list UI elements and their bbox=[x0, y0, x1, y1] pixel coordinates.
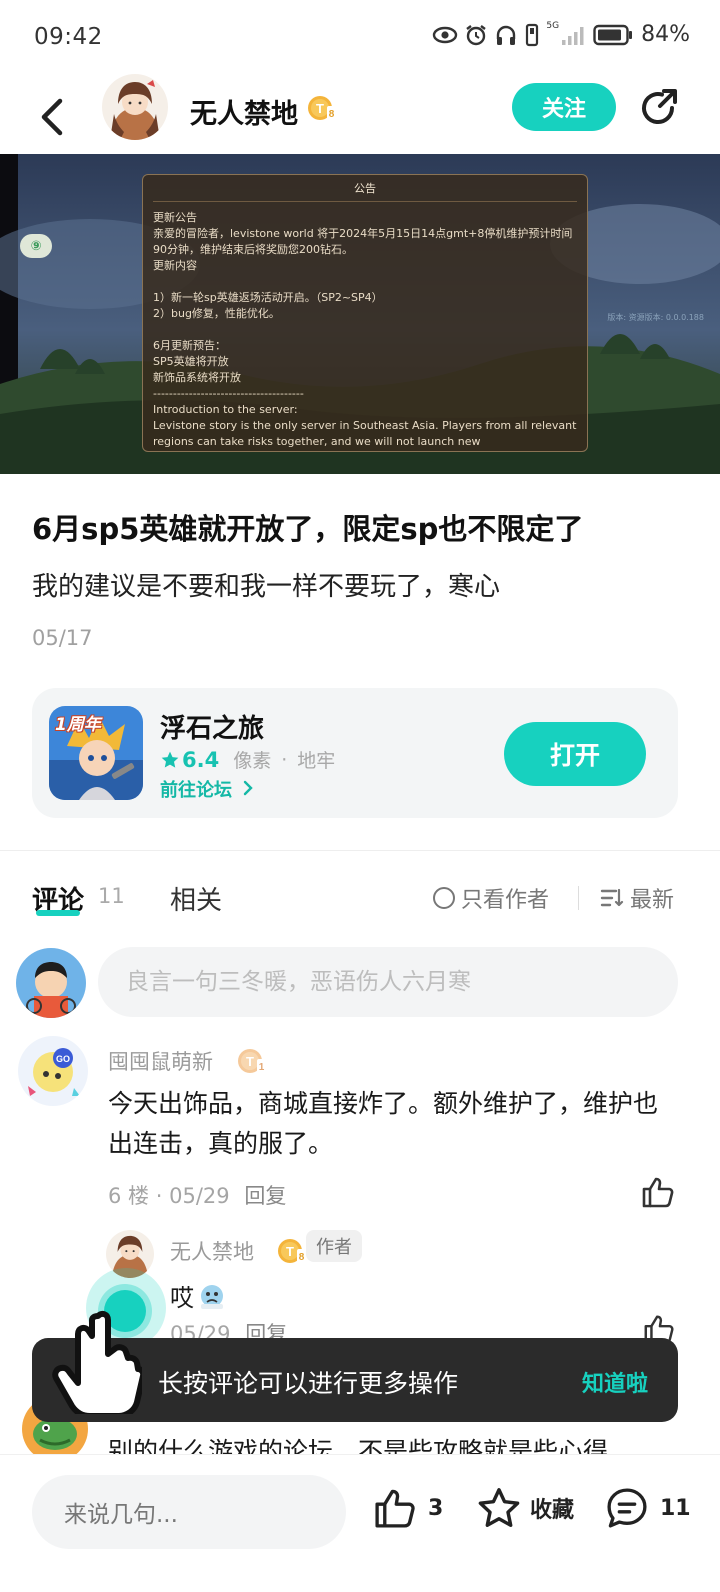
meta-separator: · bbox=[155, 1184, 163, 1208]
level-badge-icon: T8 bbox=[276, 1236, 306, 1270]
comment-input[interactable] bbox=[98, 947, 678, 1017]
svg-text:8: 8 bbox=[299, 1252, 305, 1263]
tab-active-indicator bbox=[36, 910, 80, 916]
game-card[interactable]: 1周年 浮石之旅 6.4 像素 · 地牢 前往论坛 打开 bbox=[32, 688, 678, 818]
sort-icon bbox=[600, 888, 624, 907]
post-title: 6月sp5英雄就开放了，限定sp也不限定了 bbox=[32, 512, 584, 546]
eye-icon bbox=[433, 26, 458, 43]
thumbs-up-icon bbox=[375, 1489, 415, 1528]
status-icons: 5G 84% bbox=[432, 22, 690, 47]
svg-text:T: T bbox=[286, 1244, 294, 1259]
favorite-button[interactable]: 收藏 bbox=[476, 1485, 574, 1531]
divider bbox=[0, 850, 720, 851]
comments-button[interactable]: 11 bbox=[604, 1485, 691, 1531]
radio-icon bbox=[433, 887, 455, 909]
signal-icon bbox=[562, 26, 584, 45]
vibrate-icon bbox=[526, 23, 539, 46]
follow-button[interactable]: 关注 bbox=[512, 83, 616, 131]
game-rating: 6.4 bbox=[182, 747, 220, 772]
comment-input-row bbox=[0, 946, 720, 1020]
comment-count: 11 bbox=[98, 884, 125, 908]
bottom-action-bar: 来说几句... 3 收藏 11 bbox=[0, 1454, 720, 1592]
divider bbox=[578, 886, 579, 910]
open-game-button[interactable]: 打开 bbox=[504, 722, 646, 786]
only-author-label: 只看作者 bbox=[461, 888, 550, 913]
level-badge-icon: T8 bbox=[306, 93, 336, 127]
banner-side-badge[interactable]: ⑨ bbox=[20, 234, 52, 258]
comment-date: 05/29 bbox=[169, 1184, 230, 1208]
comment-text: 今天出饰品，商城直接炸了。额外维护了，维护也出连击，真的服了。 bbox=[108, 1089, 659, 1158]
toast-text: 长按评论可以进行更多操作 bbox=[158, 1369, 459, 1398]
comment-floor: 6 楼 bbox=[108, 1184, 150, 1208]
svg-text:1: 1 bbox=[259, 1062, 265, 1073]
alarm-icon bbox=[466, 24, 487, 45]
banner-notice: 公告 更新公告 亲爱的冒险者，levistone world 将于2024年5月… bbox=[142, 174, 588, 452]
dismiss-toast-button[interactable]: 知道啦 bbox=[582, 1366, 648, 1398]
post-like-button[interactable]: 3 bbox=[372, 1485, 443, 1531]
banner-notice-title: 公告 bbox=[153, 181, 577, 202]
commenter-avatar[interactable]: GO bbox=[18, 1036, 88, 1106]
banner-version: 版本: 资源版本: 0.0.0.188 bbox=[607, 313, 704, 322]
commenter-name[interactable]: 囤囤鼠萌新 bbox=[108, 1046, 213, 1076]
svg-text:T: T bbox=[316, 101, 324, 116]
my-avatar[interactable] bbox=[16, 948, 86, 1018]
reply-text-content: 哎 bbox=[170, 1284, 194, 1312]
post-date: 05/17 bbox=[32, 626, 93, 650]
comment-count-bottom: 11 bbox=[660, 1495, 691, 1521]
game-meta: 6.4 像素 · 地牢 bbox=[160, 746, 335, 773]
game-icon[interactable]: 1周年 bbox=[49, 706, 143, 800]
crying-emoji-icon bbox=[201, 1284, 223, 1309]
author-name[interactable]: 无人禁地 bbox=[190, 92, 298, 131]
author-avatar[interactable] bbox=[102, 74, 168, 140]
tag-separator: · bbox=[281, 748, 288, 771]
share-button[interactable] bbox=[636, 86, 680, 130]
only-author-toggle[interactable]: 只看作者 bbox=[433, 882, 549, 914]
reply-text: 哎 bbox=[170, 1278, 226, 1313]
game-icon-anniversary: 1周年 bbox=[55, 715, 101, 735]
chevron-right-icon bbox=[244, 780, 253, 796]
like-button[interactable] bbox=[640, 1174, 676, 1210]
banner-notice-body: 更新公告 亲爱的冒险者，levistone world 将于2024年5月15日… bbox=[153, 211, 577, 448]
author-tag: 作者 bbox=[306, 1230, 362, 1262]
back-arrow-icon bbox=[41, 98, 63, 136]
forum-link-label: 前往论坛 bbox=[160, 780, 232, 801]
game-tag: 像素 bbox=[233, 750, 272, 772]
replier-name[interactable]: 无人禁地 bbox=[170, 1236, 254, 1266]
favorite-label: 收藏 bbox=[530, 1498, 575, 1523]
comment-meta: 6 楼 · 05/29 回复 bbox=[108, 1180, 286, 1210]
game-name[interactable]: 浮石之旅 bbox=[160, 708, 264, 745]
banner-side-badge-label: ⑨ bbox=[30, 238, 42, 254]
reply-button[interactable]: 回复 bbox=[244, 1184, 286, 1208]
comment-tabs: 评论 11 相关 只看作者 最新 bbox=[0, 870, 720, 930]
star-outline-icon bbox=[478, 1488, 520, 1527]
share-icon bbox=[642, 89, 677, 124]
tab-related[interactable]: 相关 bbox=[170, 880, 222, 917]
sort-button[interactable]: 最新 bbox=[600, 882, 674, 914]
svg-text:8: 8 bbox=[329, 109, 335, 120]
game-tag: 地牢 bbox=[297, 750, 336, 772]
bottom-comment-input[interactable]: 来说几句... bbox=[32, 1475, 346, 1549]
svg-text:T: T bbox=[246, 1054, 254, 1069]
svg-text:GO: GO bbox=[56, 1054, 70, 1064]
headphones-icon bbox=[497, 25, 516, 45]
level-badge-icon: T1 bbox=[236, 1046, 266, 1080]
post-body: 我的建议是不要和我一样不要玩了，寒心 bbox=[32, 572, 501, 602]
back-button[interactable] bbox=[30, 92, 74, 142]
forum-link[interactable]: 前往论坛 bbox=[160, 776, 254, 802]
like-count: 3 bbox=[428, 1495, 444, 1521]
comment-bubble-icon bbox=[607, 1488, 647, 1528]
star-icon bbox=[161, 751, 179, 768]
pointing-hand-icon bbox=[50, 1304, 147, 1419]
battery-icon bbox=[593, 24, 633, 45]
status-bar: 09:42 5G 84% bbox=[0, 0, 720, 78]
network-type: 5G bbox=[546, 21, 560, 31]
sort-label: 最新 bbox=[630, 888, 675, 913]
status-time: 09:42 bbox=[34, 24, 103, 50]
battery-percent: 84% bbox=[641, 22, 690, 47]
thumbs-up-icon bbox=[642, 1177, 674, 1208]
